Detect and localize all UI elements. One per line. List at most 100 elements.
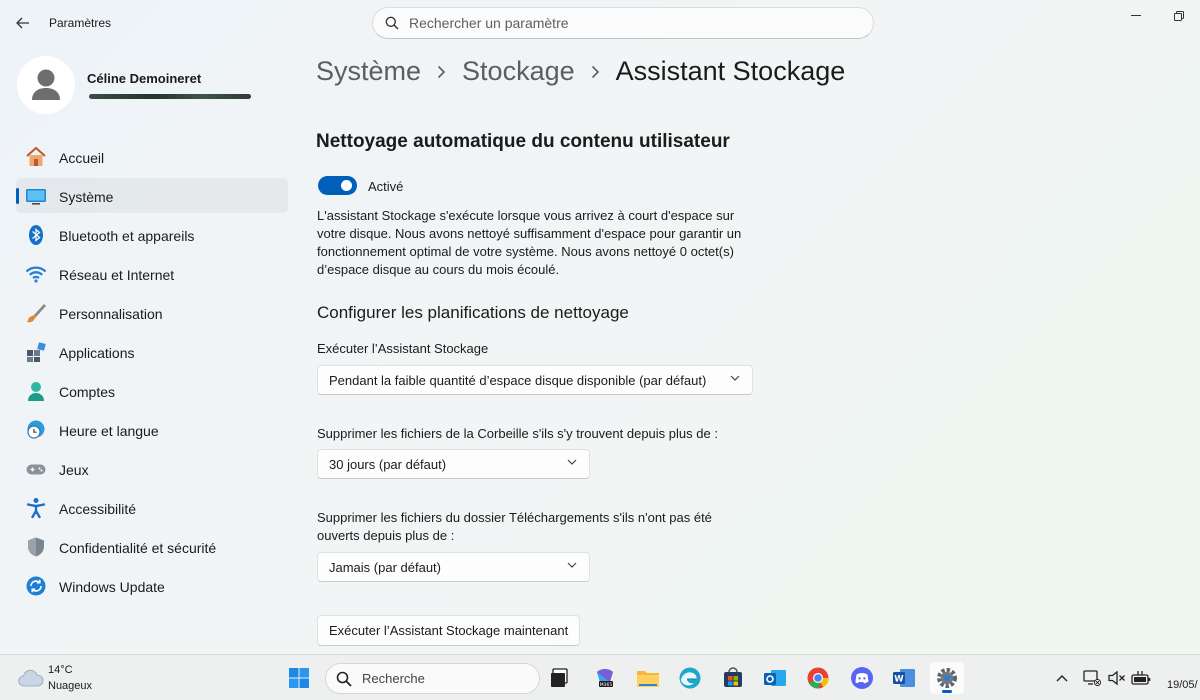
taskbar-discord[interactable]: [845, 662, 879, 694]
bluetooth-icon: [25, 224, 47, 246]
sidebar-item-personnalisation[interactable]: Personnalisation: [16, 295, 288, 330]
back-button[interactable]: [10, 10, 36, 36]
taskbar-settings[interactable]: [930, 662, 964, 694]
file-explorer-icon: [637, 671, 659, 687]
windows-update-icon: [25, 575, 47, 597]
windows-start-icon: [289, 668, 309, 688]
sidebar-item-confidentialite[interactable]: Confidentialité et sécurité: [16, 529, 288, 564]
recycle-bin-dropdown[interactable]: 30 jours (par défaut): [317, 449, 590, 479]
chevron-up-icon: [1056, 675, 1068, 682]
weather-widget[interactable]: 14°C Nuageux: [18, 663, 128, 695]
minimize-icon: [1131, 15, 1141, 16]
downloads-dropdown[interactable]: Jamais (par défaut): [317, 552, 590, 582]
word-icon: W: [893, 669, 915, 687]
taskbar: 14°C Nuageux Recherche M365 W 19/05/: [0, 654, 1200, 700]
taskbar-date[interactable]: 19/05/: [1167, 679, 1198, 691]
weather-condition: Nuageux: [48, 680, 93, 692]
run-storage-sense-now-button[interactable]: Exécuter l’Assistant Stockage maintenant: [317, 615, 581, 646]
search-icon: [385, 16, 399, 30]
chevron-right-icon: [591, 65, 600, 79]
taskbar-outlook[interactable]: [758, 662, 792, 694]
section-title: Nettoyage automatique du contenu utilisa…: [316, 131, 730, 152]
microsoft-365-icon: M365: [597, 669, 613, 688]
toggle-knob: [341, 180, 352, 191]
chevron-down-icon: [730, 375, 740, 381]
restore-icon: [1174, 11, 1184, 21]
chrome-icon: [807, 667, 829, 689]
recycle-bin-label: Supprimer les fichiers de la Corbeille s…: [317, 426, 718, 441]
taskbar-search-label: Recherche: [362, 671, 425, 686]
sidebar-item-comptes[interactable]: Comptes: [16, 373, 288, 408]
run-schedule-dropdown[interactable]: Pendant la faible quantité d’espace disq…: [317, 365, 753, 395]
taskbar-microsoft-store[interactable]: [716, 662, 750, 694]
svg-text:W: W: [894, 675, 904, 685]
taskbar-word[interactable]: W: [887, 662, 921, 694]
title-bar: Paramètres: [0, 0, 1200, 46]
sidebar-item-systeme[interactable]: Système: [16, 178, 288, 213]
taskbar-search[interactable]: Recherche: [325, 663, 540, 694]
recycle-bin-value: 30 jours (par défaut): [329, 456, 447, 472]
user-profile[interactable]: Céline Demoineret: [17, 56, 287, 116]
tray-volume[interactable]: [1107, 668, 1127, 688]
taskbar-edge[interactable]: [673, 662, 707, 694]
account-icon: [25, 380, 47, 402]
sidebar-item-jeux[interactable]: Jeux: [16, 451, 288, 486]
home-icon: [25, 146, 47, 168]
svg-text:M365: M365: [600, 682, 613, 688]
chevron-down-icon: [567, 459, 577, 465]
schedule-subheading: Configurer les planifications de nettoya…: [317, 303, 629, 322]
breadcrumb-stockage[interactable]: Stockage: [462, 56, 575, 87]
shield-icon: [25, 536, 47, 558]
search-icon: [336, 671, 352, 687]
chevron-down-icon: [567, 562, 577, 568]
tray-network[interactable]: [1082, 668, 1102, 688]
minimize-button[interactable]: [1121, 6, 1151, 26]
weather-temperature: 14°C: [48, 664, 73, 676]
network-monitor-icon: [1083, 670, 1101, 686]
taskbar-chrome[interactable]: [801, 662, 835, 694]
breadcrumb: Système Stockage Assistant Stockage: [316, 56, 845, 87]
system-display-icon: [25, 185, 47, 207]
show-hidden-icons-button[interactable]: [1052, 668, 1072, 688]
taskbar-microsoft-365[interactable]: M365: [588, 662, 622, 694]
downloads-label: Supprimer les fichiers du dossier Téléch…: [317, 510, 712, 543]
sidebar-nav: Accueil Système Bluetooth et appareils R…: [16, 139, 288, 607]
sidebar-item-reseau[interactable]: Réseau et Internet: [16, 256, 288, 291]
breadcrumb-systeme[interactable]: Système: [316, 56, 421, 87]
breadcrumb-assistant-stockage: Assistant Stockage: [615, 56, 846, 86]
chevron-right-icon: [437, 65, 446, 79]
restore-button[interactable]: [1164, 6, 1194, 26]
sidebar-item-accessibilite[interactable]: Accessibilité: [16, 490, 288, 525]
sidebar-item-bluetooth[interactable]: Bluetooth et appareils: [16, 217, 288, 252]
person-silhouette-icon: [32, 69, 60, 100]
auto-cleanup-toggle[interactable]: [318, 176, 357, 195]
wifi-icon: [25, 263, 47, 285]
cloud-icon: [18, 669, 44, 687]
clock-globe-icon: [25, 419, 47, 441]
downloads-value: Jamais (par défaut): [329, 559, 441, 575]
user-name: Céline Demoineret: [87, 71, 202, 86]
taskbar-file-explorer[interactable]: [631, 662, 665, 694]
volume-muted-icon: [1108, 670, 1125, 686]
discord-icon: [851, 667, 873, 689]
paintbrush-icon: [25, 302, 47, 324]
apps-icon: [25, 341, 47, 363]
gamepad-icon: [25, 458, 47, 480]
storage-sense-description: L'assistant Stockage s'exécute lorsque v…: [317, 208, 742, 277]
sidebar-item-heure-langue[interactable]: Heure et langue: [16, 412, 288, 447]
sidebar-item-accueil[interactable]: Accueil: [16, 139, 288, 174]
tray-battery[interactable]: [1131, 668, 1151, 688]
toggle-state-label: Activé: [368, 179, 404, 194]
run-schedule-value: Pendant la faible quantité d’espace disq…: [329, 372, 707, 388]
task-view-icon: [551, 668, 568, 687]
settings-search-input[interactable]: [409, 15, 849, 31]
settings-gear-icon: [937, 668, 957, 688]
sidebar-item-windows-update[interactable]: Windows Update: [16, 568, 288, 603]
settings-search-box[interactable]: [372, 7, 874, 39]
task-view-button[interactable]: [543, 662, 577, 694]
run-schedule-label: Exécuter l’Assistant Stockage: [317, 341, 489, 356]
sidebar-item-applications[interactable]: Applications: [16, 334, 288, 369]
app-title: Paramètres: [49, 16, 112, 30]
start-button[interactable]: [282, 662, 316, 694]
outlook-icon: [764, 670, 786, 686]
